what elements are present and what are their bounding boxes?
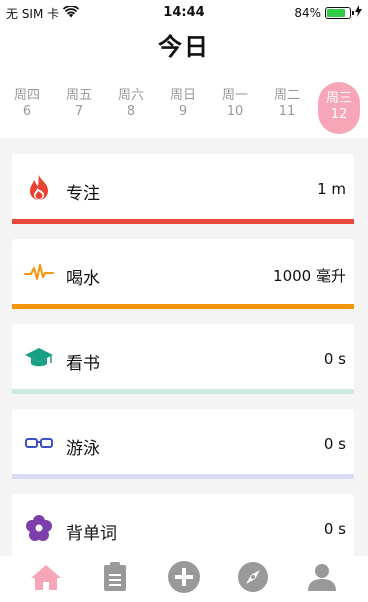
habit-card[interactable]: 喝水 1000 毫升 [12, 239, 354, 309]
habit-color-bar [12, 219, 354, 224]
habit-name: 看书 [66, 354, 100, 374]
habit-value: 1 m [317, 180, 346, 198]
goggles-icon [24, 429, 54, 457]
habit-name: 喝水 [66, 269, 100, 289]
day-item[interactable]: 周五 7 [61, 88, 97, 120]
day-date: 9 [178, 104, 188, 119]
day-item[interactable]: 周日 9 [165, 88, 201, 120]
pulse-icon [24, 259, 54, 287]
day-item-selected[interactable]: 周三 12 [318, 82, 360, 134]
tab-tasks[interactable] [95, 559, 135, 599]
battery-percent: 84% [294, 5, 321, 20]
day-date: 10 [226, 104, 244, 119]
tab-discover[interactable] [233, 559, 273, 599]
habit-value: 0 s [323, 350, 346, 368]
habit-value: 0 s [323, 520, 346, 538]
page-title: 今日 [158, 33, 210, 61]
day-weekday: 周四 [13, 88, 40, 103]
day-weekday: 周六 [117, 88, 144, 103]
habit-card[interactable]: 背单词 0 s [12, 494, 354, 556]
day-date: 7 [74, 104, 84, 119]
habit-card[interactable]: 专注 1 m [12, 154, 354, 224]
bolt-icon [355, 5, 362, 20]
add-icon [167, 560, 201, 598]
graduation-cap-icon [24, 344, 54, 372]
tab-add[interactable] [164, 559, 204, 599]
status-right: 84% [294, 5, 362, 20]
home-icon [30, 563, 62, 595]
battery-fill [327, 8, 346, 17]
habit-name: 背单词 [66, 524, 117, 544]
flower-icon [24, 514, 54, 542]
flame-icon [24, 174, 54, 202]
day-date: 11 [278, 104, 296, 119]
habit-name: 游泳 [66, 439, 100, 459]
battery-icon [325, 6, 354, 19]
habit-value: 0 s [323, 435, 346, 453]
tab-profile[interactable] [302, 559, 342, 599]
clipboard-icon [103, 562, 127, 596]
status-bar: 无 SIM 卡 14:44 84% [0, 0, 368, 24]
day-weekday: 周五 [65, 88, 92, 103]
tab-bar [0, 556, 368, 602]
day-weekday: 周一 [221, 88, 248, 103]
day-item[interactable]: 周一 10 [217, 88, 253, 120]
habit-color-bar [12, 304, 354, 309]
day-date: 12 [330, 107, 348, 122]
habit-card[interactable]: 看书 0 s [12, 324, 354, 394]
week-strip: 周四 6 周五 7 周六 8 周日 9 周一 10 周二 11 周三 12 [0, 76, 368, 138]
habit-color-bar [12, 474, 354, 479]
day-item[interactable]: 周二 11 [269, 88, 305, 120]
day-item[interactable]: 周六 8 [113, 88, 149, 120]
profile-icon [307, 562, 337, 596]
day-item[interactable]: 周四 6 [9, 88, 45, 120]
day-date: 8 [126, 104, 136, 119]
habit-name: 专注 [66, 184, 100, 204]
day-weekday: 周二 [273, 88, 300, 103]
day-weekday: 周三 [325, 91, 352, 106]
habit-list: 专注 1 m 喝水 1000 毫升 看书 0 s 游泳 0 s 背单词 0 s [0, 138, 368, 556]
day-weekday: 周日 [169, 88, 196, 103]
habit-card[interactable]: 游泳 0 s [12, 409, 354, 479]
header: 今日 [0, 24, 368, 76]
habit-value: 1000 毫升 [273, 267, 346, 285]
tab-home[interactable] [26, 559, 66, 599]
compass-icon [237, 561, 269, 597]
day-date: 6 [22, 104, 32, 119]
habit-color-bar [12, 389, 354, 394]
